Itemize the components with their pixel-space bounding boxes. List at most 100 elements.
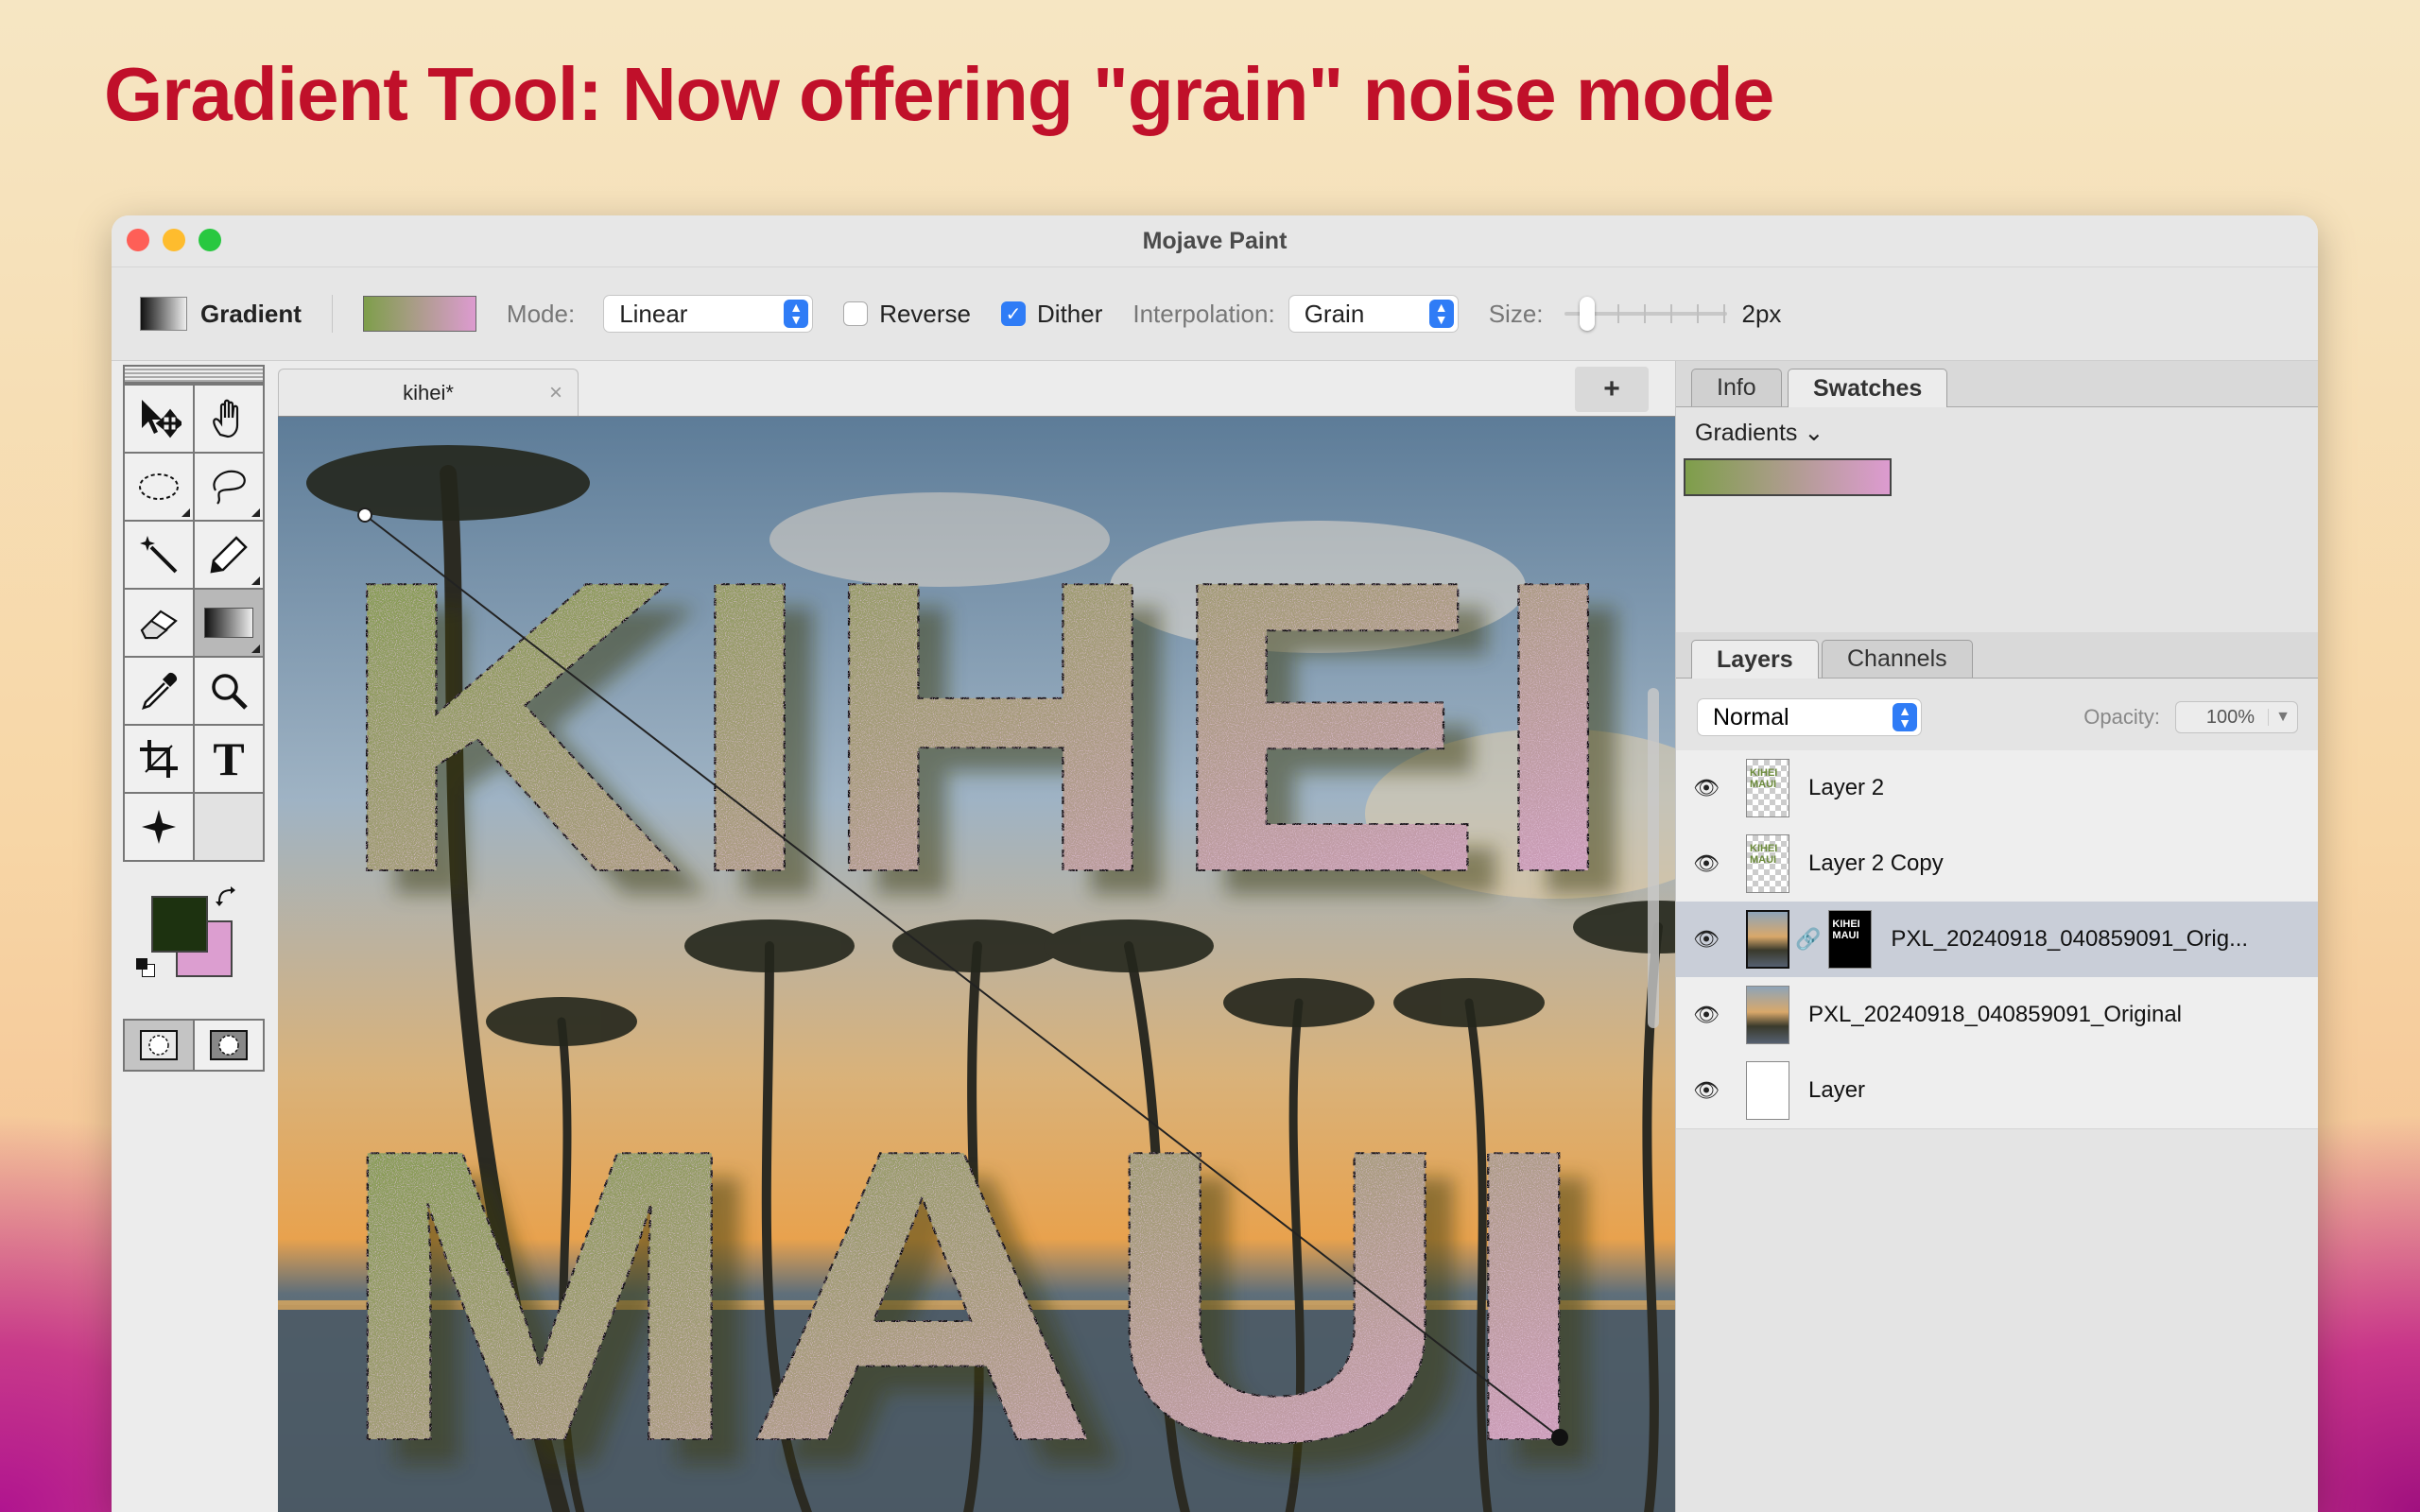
crop-tool-button[interactable] [125,726,193,792]
opacity-field[interactable]: 100% ▼ [2175,701,2298,733]
layer-name: PXL_20240918_040859091_Original [1808,1002,2183,1027]
image-canvas[interactable]: KIHEI MAUI KIHEI MAUI [278,416,1783,1512]
toolbox: T [123,365,265,1512]
info-swatches-tabs: Info Swatches [1676,361,2318,407]
quick-mask-mode-button[interactable] [195,1021,263,1070]
gradient-end-handle [1551,1429,1568,1446]
layer-row-selected[interactable]: 👁 🔗 KIHEI MAUI PXL_20240918_040859091_Or… [1676,902,2318,978]
quick-mask-icon [210,1030,248,1060]
mask-mode-toggle [123,1019,265,1072]
pencil-tool-button[interactable] [195,522,263,588]
hand-icon [213,399,239,438]
canvas-scrollbar[interactable] [1648,688,1659,1028]
tool-options-bar: Gradient Mode: Linear ▲ ▼ Reverse ✓ Dithe… [112,267,2318,361]
chevron-down-icon: ⌄ [1804,420,1824,446]
window-controls [127,229,221,251]
checkmark-icon: ✓ [1005,303,1022,325]
kihei-text: KIHEI [335,495,1620,959]
layer-row[interactable]: 👁 Layer [1676,1053,2318,1129]
layer-row[interactable]: 👁 KIHEI MAUI Layer 2 Copy [1676,826,2318,902]
new-tab-button[interactable]: + [1575,367,1649,412]
layer-thumbnail [1746,910,1789,969]
eraser-icon [140,610,178,640]
size-slider[interactable] [1564,295,1727,333]
size-label: Size: [1488,299,1544,328]
headline: Gradient Tool: Now offering "grain" nois… [104,52,1774,136]
magic-wand-tool-button[interactable] [125,522,193,588]
foreground-color-swatch[interactable] [151,896,208,953]
gradient-swatch[interactable] [1684,458,1892,496]
color-swatches [123,886,265,990]
document-tab-label: kihei [403,380,446,404]
dither-checkbox[interactable]: ✓ [1001,301,1027,326]
layer-thumbnail: KIHEI MAUI [1746,759,1789,817]
move-tool-button[interactable] [125,386,193,452]
blend-mode-value: Normal [1713,703,1789,730]
interpolation-label: Interpolation: [1132,299,1275,328]
title-bar: Mojave Paint [112,215,2318,267]
text-tool-button[interactable]: T [195,726,263,792]
marquee-tool-button[interactable] [125,454,193,520]
link-icon[interactable]: 🔗 [1795,927,1821,952]
zoom-tool-button[interactable] [195,658,263,724]
crop-icon [140,740,178,778]
opacity-label: Opacity: [2083,705,2160,729]
interpolation-select-value: Grain [1304,299,1365,328]
gradient-tool-button[interactable] [195,590,263,656]
layer-row[interactable]: 👁 PXL_20240918_040859091_Original [1676,977,2318,1054]
gradients-dropdown[interactable]: Gradients ⌄ [1695,419,2318,447]
swap-colors-icon[interactable] [216,886,236,907]
tab-channels[interactable]: Channels [1822,640,1973,678]
eye-icon[interactable]: 👁 [1693,776,1720,800]
canvas-artwork: KIHEI MAUI KIHEI MAUI [278,417,1783,1512]
mode-label: Mode: [506,299,576,328]
standard-mode-icon [140,1030,178,1060]
layer-thumbnail: KIHEI MAUI [1746,834,1789,893]
text-icon: T [213,732,245,785]
layer-name: Layer 2 [1808,775,1885,800]
standard-mode-button[interactable] [125,1021,193,1070]
minimize-window-button[interactable] [163,229,185,251]
layer-name: Layer 2 Copy [1808,850,1944,876]
close-window-button[interactable] [127,229,149,251]
zoom-window-button[interactable] [199,229,221,251]
layer-mask-thumbnail[interactable]: KIHEI MAUI [1828,910,1873,969]
eye-icon[interactable]: 👁 [1693,1003,1720,1027]
magnifier-icon [212,674,248,710]
blend-mode-select[interactable]: Normal ▲ ▼ [1697,698,1922,736]
hand-tool-button[interactable] [195,386,263,452]
eyedropper-icon [142,672,178,710]
size-slider-knob[interactable] [1579,297,1595,331]
layer-thumbnail [1746,1061,1789,1120]
chevron-updown-icon: ▲ ▼ [1428,300,1454,328]
reverse-checkbox[interactable] [843,301,869,326]
chevron-updown-icon: ▲ ▼ [784,300,809,328]
lasso-tool-button[interactable] [195,454,263,520]
lasso-icon [213,470,246,505]
eyedropper-tool-button[interactable] [125,658,193,724]
tool-name: Gradient [200,299,302,328]
tab-info[interactable]: Info [1691,369,1782,406]
gradients-dropdown-label: Gradients [1695,420,1798,446]
reverse-label: Reverse [879,299,972,328]
tab-layers[interactable]: Layers [1691,640,1819,679]
mode-select[interactable]: Linear ▲ ▼ [603,295,814,333]
layer-row[interactable]: 👁 KIHEI MAUI Layer 2 [1676,750,2318,827]
sparkle-tool-button[interactable] [125,794,193,860]
gradient-start-handle [357,507,372,523]
eye-icon[interactable]: 👁 [1693,851,1720,876]
eraser-tool-button[interactable] [125,590,193,656]
document-tab[interactable]: kihei * × [278,369,579,416]
eye-icon[interactable]: 👁 [1693,927,1720,952]
opacity-dropdown-icon[interactable]: ▼ [2268,709,2297,726]
tab-swatches[interactable]: Swatches [1788,369,1948,407]
default-colors-icon[interactable] [136,958,155,977]
interpolation-select[interactable]: Grain ▲ ▼ [1288,295,1459,333]
gradient-preview-swatch[interactable] [362,296,476,332]
layer-name: Layer [1808,1077,1866,1103]
close-tab-icon[interactable]: × [549,380,562,406]
toolbox-grip[interactable] [123,365,265,384]
empty-tool-slot [195,794,263,860]
eye-icon[interactable]: 👁 [1693,1078,1720,1103]
document-tab-bar: kihei * × + [278,365,1790,416]
